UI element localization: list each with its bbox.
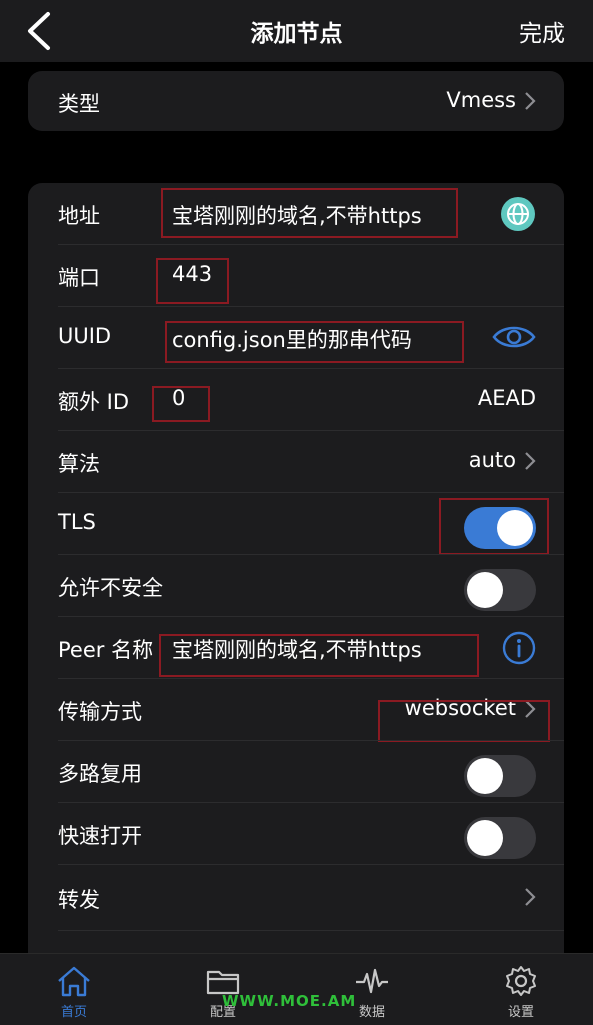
alter-id-label: 额外 ID bbox=[58, 390, 130, 414]
tab-config[interactable]: 配置 bbox=[163, 954, 283, 1025]
forward-row[interactable]: 转发 bbox=[28, 865, 564, 931]
transport-row[interactable]: 传输方式 websocket bbox=[28, 679, 564, 742]
address-row: 地址 宝塔刚刚的域名,不带https bbox=[28, 183, 564, 245]
chevron-right-icon bbox=[525, 888, 536, 906]
port-row: 端口 443 bbox=[28, 245, 564, 307]
fast-open-row: 快速打开 bbox=[28, 803, 564, 865]
port-label: 端口 bbox=[58, 266, 100, 290]
navigation-bar: 添加节点 完成 bbox=[0, 0, 593, 62]
algorithm-row[interactable]: 算法 auto bbox=[28, 431, 564, 493]
transport-label: 传输方式 bbox=[58, 700, 142, 724]
tab-bar: 首页 配置 数据 设置 bbox=[0, 953, 593, 1025]
tab-data[interactable]: 数据 bbox=[312, 954, 432, 1025]
pulse-icon bbox=[356, 968, 388, 994]
tab-home[interactable]: 首页 bbox=[14, 954, 134, 1025]
highlight-box bbox=[378, 700, 550, 742]
highlight-box bbox=[439, 498, 549, 555]
peer-name-label: Peer 名称 bbox=[58, 638, 154, 662]
settings-card: 地址 宝塔刚刚的域名,不带https 端口 443 UUID config.js… bbox=[28, 183, 564, 973]
forward-label: 转发 bbox=[58, 888, 100, 912]
page-title: 添加节点 bbox=[250, 21, 343, 47]
tab-settings-label: 设置 bbox=[507, 1005, 534, 1020]
fast-open-toggle[interactable] bbox=[464, 817, 536, 859]
highlight-box bbox=[161, 188, 458, 238]
toggle-knob bbox=[467, 758, 503, 794]
uuid-row: UUID config.json里的那串代码 bbox=[28, 307, 564, 369]
allow-insecure-label: 允许不安全 bbox=[58, 576, 163, 600]
highlight-box bbox=[156, 258, 229, 304]
algorithm-label: 算法 bbox=[58, 452, 100, 476]
chevron-right-icon bbox=[525, 92, 536, 110]
multiplex-row: 多路复用 bbox=[28, 741, 564, 803]
home-icon bbox=[58, 966, 90, 997]
fast-open-label: 快速打开 bbox=[58, 824, 142, 848]
type-row[interactable]: 类型 Vmess bbox=[28, 71, 564, 131]
allow-insecure-row: 允许不安全 bbox=[28, 555, 564, 617]
aead-label: AEAD bbox=[477, 386, 536, 410]
address-label: 地址 bbox=[58, 204, 100, 228]
info-icon[interactable] bbox=[502, 631, 536, 665]
type-value: Vmess bbox=[446, 88, 516, 112]
highlight-box bbox=[165, 321, 464, 363]
uuid-label: UUID bbox=[58, 324, 112, 348]
algorithm-value: auto bbox=[468, 448, 516, 472]
globe-icon[interactable] bbox=[500, 196, 536, 232]
toggle-knob bbox=[467, 572, 503, 608]
tab-settings[interactable]: 设置 bbox=[461, 954, 581, 1025]
eye-icon[interactable] bbox=[491, 322, 537, 352]
done-button[interactable]: 完成 bbox=[519, 14, 565, 48]
watermark: WWW.MOE.AM bbox=[222, 992, 357, 1010]
multiplex-toggle[interactable] bbox=[464, 755, 536, 797]
highlight-box bbox=[152, 386, 210, 422]
toggle-knob bbox=[467, 820, 503, 856]
type-card: 类型 Vmess bbox=[28, 71, 564, 131]
row-divider bbox=[58, 930, 564, 931]
highlight-box bbox=[159, 634, 479, 677]
alter-id-row: 额外 ID 0 AEAD bbox=[28, 369, 564, 431]
type-label: 类型 bbox=[58, 92, 100, 116]
multiplex-label: 多路复用 bbox=[58, 762, 142, 786]
tls-row: TLS bbox=[28, 493, 564, 555]
peer-name-row: Peer 名称 宝塔刚刚的域名,不带https bbox=[28, 617, 564, 679]
chevron-right-icon bbox=[525, 452, 536, 470]
allow-insecure-toggle[interactable] bbox=[464, 569, 536, 611]
tab-home-label: 首页 bbox=[60, 1005, 87, 1020]
gear-icon bbox=[506, 966, 536, 996]
tls-label: TLS bbox=[58, 510, 96, 534]
